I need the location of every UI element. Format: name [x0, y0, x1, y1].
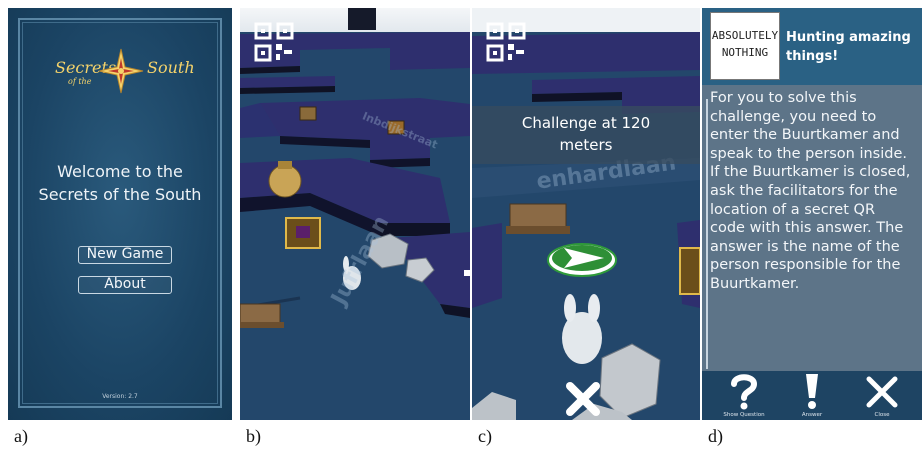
question-text: For you to solve this challenge, you nee… [710, 90, 911, 292]
show-question-button[interactable]: Show Question [714, 371, 774, 420]
challenge-distance-banner: Challenge at 120 meters [472, 106, 700, 164]
ar-challenge-view[interactable]: enhardlaan Challenge at 120 meters [472, 8, 700, 420]
new-game-button[interactable]: New Game [78, 246, 172, 264]
caption-d: d) [708, 426, 723, 446]
caption-c: c) [478, 426, 492, 446]
welcome-text: Welcome to the Secrets of the South [8, 160, 232, 206]
logo-word-of-the: of the [68, 77, 92, 86]
about-button[interactable]: About [78, 276, 172, 294]
dialog-action-bar: Show Question Answer Close [702, 371, 922, 420]
answer-button[interactable]: Answer [782, 371, 842, 420]
sponsor-logo-line-2: NOTHING [721, 46, 769, 59]
close-icon[interactable] [564, 380, 602, 418]
dialog-header: ABSOLUTELY NOTHING Hunting amazing thing… [702, 8, 922, 85]
close-icon [866, 376, 898, 408]
sponsor-logo: ABSOLUTELY NOTHING [710, 12, 780, 80]
map-3d-scene [240, 8, 470, 420]
answer-label: Answer [801, 412, 823, 418]
dialog-title: Hunting amazing things! [786, 30, 911, 64]
welcome-line-1: Welcome to the [57, 162, 183, 181]
welcome-line-2: Secrets of the South [38, 185, 202, 204]
map-3d-scene [472, 8, 700, 420]
exclamation-icon [806, 374, 818, 409]
compass-star-icon [98, 48, 144, 94]
challenge-line-2: meters [559, 136, 613, 154]
qr-scan-icon[interactable] [254, 22, 294, 62]
game-logo: Secrets of the South [8, 48, 232, 100]
ar-map-view[interactable]: Inbdijkstraat Jufrlaan [240, 8, 470, 420]
scrollbar[interactable] [706, 99, 708, 369]
close-button[interactable]: Close [852, 371, 912, 420]
version-label: Version: 2.7 [102, 393, 138, 400]
question-mark-icon [731, 374, 758, 410]
caption-b: b) [246, 426, 261, 446]
close-label: Close [874, 412, 890, 418]
qr-scan-icon[interactable] [486, 22, 526, 62]
question-text-area[interactable]: For you to solve this challenge, you nee… [702, 85, 922, 371]
caption-a: a) [14, 426, 28, 446]
show-question-label: Show Question [723, 412, 765, 418]
challenge-dialog: ABSOLUTELY NOTHING Hunting amazing thing… [702, 8, 922, 420]
sponsor-logo-line-1: ABSOLUTELY [711, 29, 779, 42]
logo-word-south: South [147, 58, 195, 77]
main-menu-screen: Secrets of the South Welcome to the Secr… [8, 8, 232, 420]
challenge-line-1: Challenge at 120 [521, 114, 651, 132]
